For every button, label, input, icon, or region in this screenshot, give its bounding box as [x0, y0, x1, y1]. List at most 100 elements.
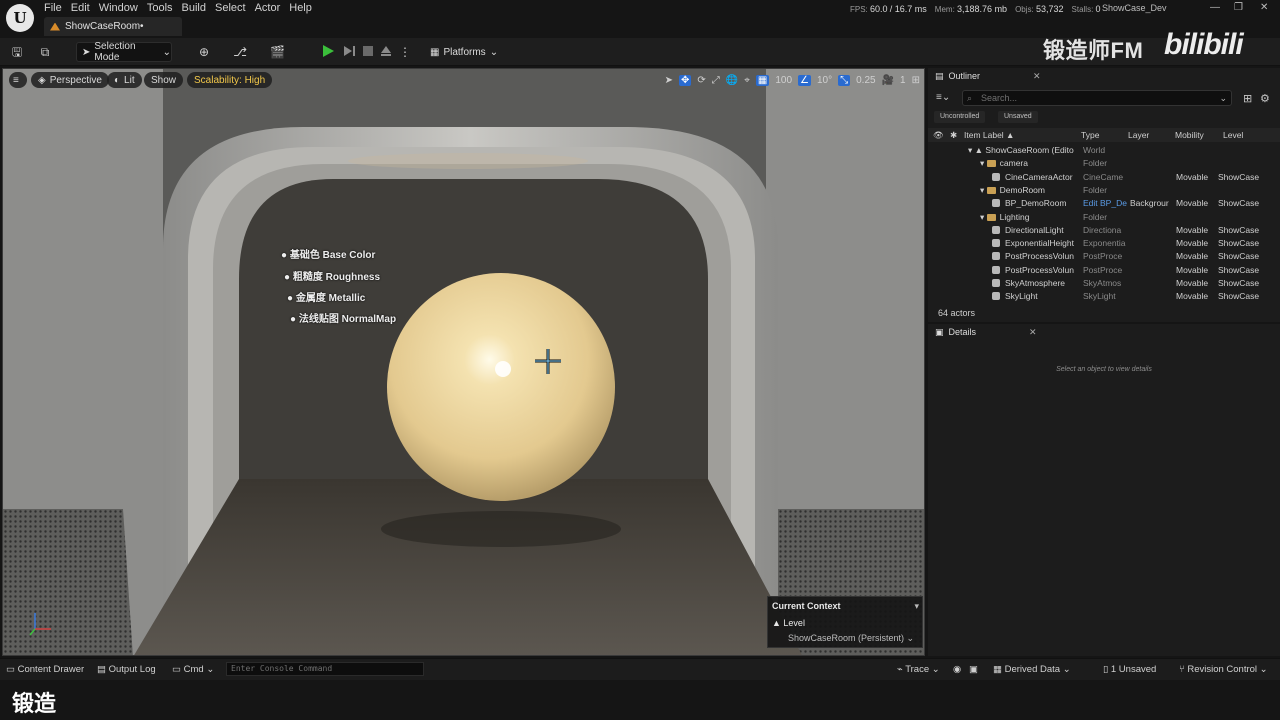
- col-type[interactable]: Type: [1081, 130, 1099, 140]
- step-icon[interactable]: [341, 43, 357, 59]
- uncontrolled-badge[interactable]: Uncontrolled: [934, 111, 986, 123]
- chevron-down-icon: ⌄: [162, 46, 171, 58]
- menu-actor[interactable]: Actor: [255, 0, 290, 16]
- outliner-row[interactable]: PostProcessVolun PostProce Movable ShowCase: [928, 250, 1273, 263]
- eject-icon[interactable]: [378, 43, 394, 59]
- outliner-row[interactable]: ExponentialHeight Exponentia Movable ShowCa…: [928, 237, 1273, 250]
- viewport-menu-icon[interactable]: ≡: [9, 72, 27, 88]
- trace-dropdown[interactable]: ⌁ Trace ⌄: [897, 664, 940, 675]
- col-item-label[interactable]: Item Label ▲: [964, 130, 1014, 140]
- context-persistent-level[interactable]: ShowCaseRoom (Persistent) ⌄: [788, 633, 914, 644]
- restore-icon[interactable]: ❐: [1234, 2, 1243, 13]
- menu-edit[interactable]: Edit: [71, 0, 99, 16]
- outliner-row[interactable]: ▾ DemoRoom Folder: [928, 184, 1273, 197]
- more-options-icon[interactable]: ⋮: [398, 45, 412, 59]
- lit-button[interactable]: ◐ Lit: [107, 72, 142, 88]
- close-icon[interactable]: ✕: [1029, 327, 1037, 338]
- content-drawer-button[interactable]: ▭ Content Drawer: [6, 664, 84, 675]
- console-command-input[interactable]: Enter Console Command: [226, 662, 424, 676]
- save-icon[interactable]: 🖫: [10, 45, 24, 59]
- chevron-down-icon[interactable]: ▾: [914, 601, 919, 612]
- add-actor-icon[interactable]: ⊕: [197, 45, 211, 59]
- mem-label: Mem:: [934, 5, 955, 14]
- settings-icon[interactable]: ⚙: [1260, 92, 1270, 105]
- blueprint-icon[interactable]: ⎇: [233, 45, 247, 59]
- filter-icon[interactable]: ≡⌄: [936, 92, 950, 103]
- add-folder-icon[interactable]: ⊞: [1243, 92, 1252, 105]
- pin-icon[interactable]: ✱: [950, 130, 957, 141]
- camera-speed-icon[interactable]: 🎥: [882, 75, 894, 86]
- camera-speed-value[interactable]: 1: [900, 75, 906, 86]
- col-mobility[interactable]: Mobility: [1175, 130, 1204, 140]
- col-layer[interactable]: Layer: [1128, 130, 1149, 140]
- translate-tool-icon[interactable]: ✥: [679, 74, 692, 86]
- level-viewport[interactable]: ≡ ◈ Perspective ◐ Lit Show Scalability: Hi…: [2, 68, 925, 656]
- cinematics-icon[interactable]: 🎬: [270, 45, 285, 59]
- outliner-row[interactable]: ▾ camera Folder: [928, 157, 1273, 170]
- scale-snap-value[interactable]: 0.25: [856, 75, 875, 86]
- scale-snap-icon[interactable]: ⤡: [838, 74, 851, 86]
- outliner-row[interactable]: DirectionalLight Directiona Movable ShowCas…: [928, 224, 1273, 237]
- cmd-dropdown[interactable]: ▭ Cmd ⌄: [172, 664, 214, 675]
- outliner-row[interactable]: CineCameraActor CineCame Movable ShowCase: [928, 171, 1273, 184]
- outliner-tab[interactable]: ▤ Outliner ✕: [928, 68, 1041, 84]
- platforms-dropdown[interactable]: ▦ Platforms ⌄: [430, 42, 498, 62]
- close-icon[interactable]: ✕: [1260, 2, 1268, 13]
- output-log-label: Output Log: [108, 664, 156, 675]
- minimize-icon[interactable]: —: [1210, 2, 1220, 13]
- grid-snap-value[interactable]: 100: [775, 75, 792, 86]
- axis-gizmo-icon: [29, 613, 51, 636]
- menu-file[interactable]: File: [44, 0, 71, 16]
- stalls-value: 0: [1095, 4, 1101, 14]
- output-log-button[interactable]: ▤ Output Log: [97, 664, 156, 675]
- stop-icon[interactable]: [360, 43, 376, 59]
- bullet-text: 金属度 Metallic: [295, 293, 366, 304]
- menu-help[interactable]: Help: [289, 0, 321, 16]
- content-browse-icon[interactable]: ⧉: [38, 45, 52, 59]
- outliner-cell-mobility: Movable: [1176, 291, 1209, 302]
- screenshot-icon[interactable]: ▣: [969, 664, 978, 675]
- selection-mode-dropdown[interactable]: ➤ Selection Mode ⌄: [76, 41, 172, 63]
- outliner-row[interactable]: BP_DemoRoom Edit BP_De Backgrour Movable Sho…: [928, 197, 1273, 210]
- menu-build[interactable]: Build: [182, 0, 215, 16]
- outliner-row[interactable]: SkyAtmosphere SkyAtmos Movable ShowCase: [928, 277, 1273, 290]
- menu-tools[interactable]: Tools: [147, 0, 182, 16]
- scene-render[interactable]: [3, 69, 925, 656]
- revision-control-button[interactable]: ⑂ Revision Control ⌄: [1179, 664, 1268, 675]
- visibility-icon[interactable]: 👁: [933, 130, 944, 141]
- rotation-snap-icon[interactable]: ∠: [798, 74, 811, 86]
- select-tool-icon[interactable]: ➤: [665, 75, 673, 86]
- derived-data-button[interactable]: ▦ Derived Data ⌄: [993, 664, 1071, 675]
- menu-window[interactable]: Window: [99, 0, 147, 16]
- outliner-cell-mobility: Movable: [1176, 264, 1209, 275]
- content-drawer-label: Content Drawer: [17, 664, 85, 675]
- rotation-snap-value[interactable]: 10°: [817, 75, 832, 86]
- grid-snap-icon[interactable]: ▦: [755, 74, 770, 86]
- perspective-button[interactable]: ◈ Perspective: [31, 72, 109, 88]
- outliner-row[interactable]: SkyLight SkyLight Movable ShowCase: [928, 290, 1273, 303]
- folder-icon: [986, 160, 996, 168]
- outliner-search-input[interactable]: ⌕ Search... ⌄: [962, 90, 1232, 106]
- rotate-tool-icon[interactable]: ⟳: [697, 75, 705, 86]
- menu-select[interactable]: Select: [215, 0, 255, 16]
- stalls-stat: Stalls: 0: [1072, 4, 1101, 14]
- layout-icon[interactable]: ⊞: [912, 75, 920, 86]
- record-icon[interactable]: ◉: [953, 664, 961, 675]
- play-icon[interactable]: [320, 43, 336, 59]
- outliner-row[interactable]: ▾ Lighting Folder: [928, 211, 1273, 224]
- scale-tool-icon[interactable]: ⤢: [712, 75, 720, 86]
- unsaved-button[interactable]: ▯ 1 Unsaved: [1103, 664, 1156, 675]
- platforms-icon: ▦: [430, 46, 440, 58]
- outliner-row[interactable]: ▾ ▲ ShowCaseRoom (Edito World: [928, 144, 1273, 157]
- col-level[interactable]: Level: [1223, 130, 1243, 140]
- show-button[interactable]: Show: [144, 72, 184, 88]
- world-space-icon[interactable]: 🌐: [726, 75, 738, 86]
- close-icon[interactable]: ✕: [1033, 71, 1041, 82]
- unsaved-badge[interactable]: Unsaved: [998, 111, 1038, 123]
- outliner-row[interactable]: PostProcessVolun PostProce Movable ShowCase: [928, 264, 1273, 277]
- scalability-button[interactable]: Scalability: High: [187, 72, 273, 88]
- surface-snap-icon[interactable]: ⌖: [744, 75, 750, 86]
- unreal-logo-icon[interactable]: U: [6, 4, 34, 32]
- details-tab[interactable]: ▣ Details ✕: [928, 324, 1037, 340]
- level-tab[interactable]: ShowCaseRoom•: [44, 17, 182, 36]
